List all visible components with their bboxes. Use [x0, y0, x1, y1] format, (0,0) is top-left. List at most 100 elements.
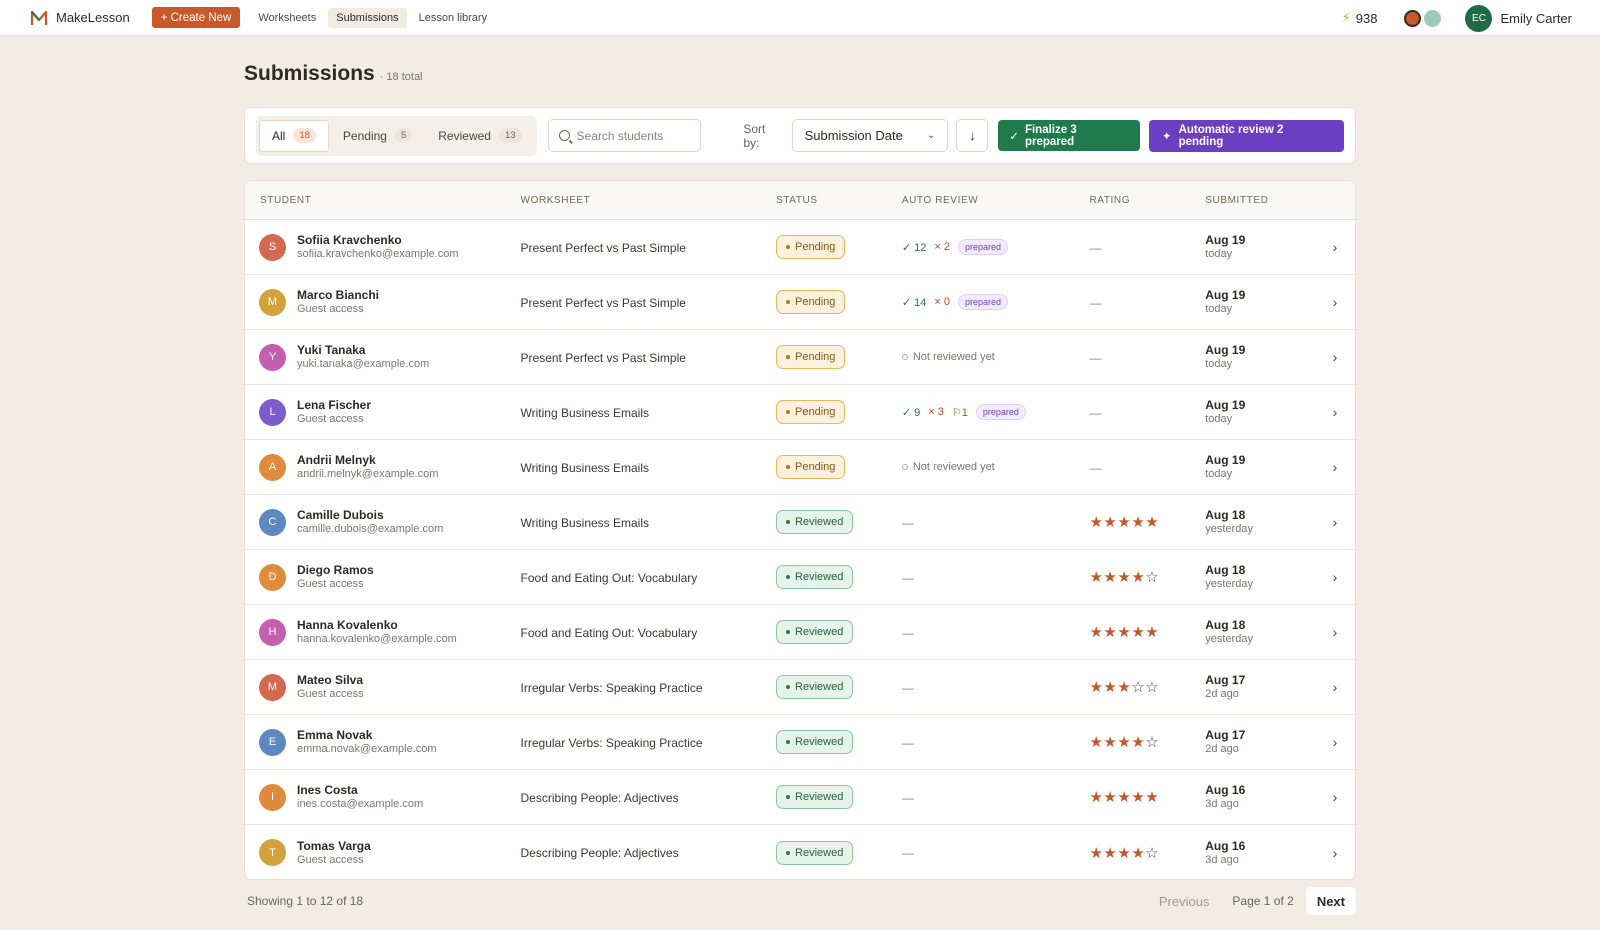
status-badge: Pending — [776, 400, 846, 424]
col-header-status[interactable]: STATUS — [776, 195, 902, 206]
sort-select[interactable]: Submission Date ⌄ — [791, 119, 949, 152]
status-cell: Reviewed — [776, 840, 902, 865]
chevron-right-icon[interactable]: › — [1315, 514, 1355, 530]
worksheet-name: Describing People: Adjectives — [520, 846, 679, 860]
table-row[interactable]: M Mateo Silva Guest access Irregular Verbs:… — [245, 660, 1355, 715]
theme-switcher[interactable] — [1404, 9, 1442, 27]
worksheet-name: Writing Business Emails — [520, 460, 649, 475]
tab-label: All — [272, 128, 286, 143]
auto-review-cell: — — [902, 625, 1090, 640]
page-indicator: Page 1 of 2 — [1232, 894, 1294, 908]
worksheet-name: Writing Business Emails — [520, 515, 649, 530]
col-header-worksheet[interactable]: WORKSHEET — [521, 195, 777, 206]
tab-pending[interactable]: Pending 5 — [331, 120, 424, 152]
status-cell: Pending — [776, 455, 902, 479]
table-row[interactable]: C Camille Dubois camille.dubois@example.co… — [245, 495, 1355, 550]
nav-worksheets[interactable]: Worksheets — [250, 8, 324, 28]
create-new-button[interactable]: + Create New — [151, 7, 241, 28]
status-badge: Pending — [776, 235, 846, 259]
student-cell: D Diego Ramos Guest access — [245, 563, 521, 591]
nav-submissions[interactable]: Submissions — [328, 7, 407, 28]
automatic-review-label: Automatic review 2 pending — [1178, 123, 1284, 148]
star-rating: ★★★★★ — [1089, 514, 1159, 531]
col-header-student[interactable]: STUDENT — [245, 195, 521, 206]
table-row[interactable]: A Andrii Melnyk andrii.melnyk@example.com W… — [245, 440, 1355, 495]
theme-swatch-orange[interactable] — [1404, 9, 1422, 27]
chevron-right-icon[interactable]: › — [1315, 239, 1355, 255]
search-input[interactable] — [576, 128, 687, 143]
search-box[interactable] — [547, 119, 702, 152]
nav-lesson-library[interactable]: Lesson library — [411, 8, 495, 28]
auto-review-cell: ✓ 9 × 3 ⚐1 prepared — [902, 404, 1090, 420]
submitted-cell: Aug 17 2d ago — [1205, 728, 1315, 756]
col-header-rating[interactable]: RATING — [1089, 195, 1205, 206]
brand-name: MakeLesson — [56, 10, 130, 25]
status-cell: Reviewed — [776, 620, 902, 644]
student-email: camille.dubois@example.com — [297, 523, 444, 535]
chevron-right-icon[interactable]: › — [1315, 459, 1355, 475]
auto-review-cell: — — [902, 680, 1090, 695]
submitted-relative: yesterday — [1205, 523, 1253, 535]
table-row[interactable]: T Tomas Varga Guest access Describing Peopl… — [245, 825, 1355, 879]
check-icon: ✓ — [901, 406, 915, 419]
worksheet-cell: Present Perfect vs Past Simple — [521, 350, 777, 365]
submitted-relative: today — [1205, 413, 1233, 425]
sort-direction-button[interactable]: ↓ — [956, 119, 989, 152]
submitted-relative: yesterday — [1205, 578, 1253, 590]
submitted-date: Aug 19 — [1205, 288, 1246, 302]
chevron-right-icon[interactable]: › — [1315, 734, 1355, 750]
student-name: Andrii Melnyk — [297, 453, 376, 467]
status-badge: Reviewed — [776, 785, 854, 809]
flag-icon: ⚐ — [951, 406, 962, 419]
table-row[interactable]: D Diego Ramos Guest access Food and Eating … — [245, 550, 1355, 605]
chevron-right-icon[interactable]: › — [1315, 679, 1355, 695]
status-label: Pending — [795, 461, 836, 473]
star-filled-icon: ★ — [1131, 569, 1146, 586]
submitted-relative: today — [1205, 248, 1233, 260]
chevron-right-icon[interactable]: › — [1315, 845, 1355, 861]
logo[interactable]: MakeLesson — [30, 9, 130, 27]
submitted-cell: Aug 19 today — [1205, 398, 1315, 426]
finalize-prepared-button[interactable]: ✓ Finalize 3 prepared — [998, 120, 1140, 151]
student-info: Hanna Kovalenko hanna.kovalenko@example.c… — [297, 618, 457, 646]
chevron-right-icon[interactable]: › — [1315, 349, 1355, 365]
submitted-date: Aug 16 — [1205, 783, 1246, 797]
empty-circle-icon — [901, 464, 908, 470]
worksheet-cell: Irregular Verbs: Speaking Practice — [521, 680, 777, 695]
next-page-button[interactable]: Next — [1305, 887, 1356, 915]
table-row[interactable]: I Ines Costa ines.costa@example.com Describ… — [245, 770, 1355, 825]
chevron-right-icon[interactable]: › — [1315, 789, 1355, 805]
chevron-right-icon[interactable]: › — [1315, 404, 1355, 420]
table-row[interactable]: L Lena Fischer Guest access Writing Busines… — [245, 385, 1355, 440]
rating-cell: — — [1089, 350, 1205, 365]
automatic-review-button[interactable]: ✦ Automatic review 2 pending — [1148, 119, 1344, 152]
star-filled-icon: ★ — [1117, 624, 1132, 641]
incorrect-value: 0 — [943, 296, 950, 308]
tab-all[interactable]: All 18 — [259, 119, 329, 152]
chevron-right-icon[interactable]: › — [1315, 569, 1355, 585]
empty-dash: — — [901, 515, 914, 530]
star-filled-icon: ★ — [1131, 514, 1146, 531]
tab-reviewed[interactable]: Reviewed 13 — [426, 120, 533, 152]
col-header-auto-review[interactable]: AUTO REVIEW — [902, 195, 1090, 206]
status-cell: Reviewed — [776, 675, 902, 699]
theme-swatch-teal[interactable] — [1424, 9, 1442, 27]
star-filled-icon: ★ — [1117, 789, 1132, 806]
status-dot-icon — [786, 355, 791, 359]
submitted-cell: Aug 19 today — [1205, 343, 1315, 371]
chevron-right-icon[interactable]: › — [1315, 294, 1355, 310]
col-header-submitted[interactable]: SUBMITTED — [1205, 195, 1315, 206]
user-name[interactable]: Emily Carter — [1500, 11, 1572, 26]
rating-cell: — — [1089, 405, 1205, 420]
table-row[interactable]: Y Yuki Tanaka yuki.tanaka@example.com Prese… — [245, 330, 1355, 385]
chevron-right-icon[interactable]: › — [1315, 624, 1355, 640]
table-row[interactable]: H Hanna Kovalenko hanna.kovalenko@example.… — [245, 605, 1355, 660]
table-row[interactable]: E Emma Novak emma.novak@example.com Irregul… — [245, 715, 1355, 770]
table-row[interactable]: M Marco Bianchi Guest access Present Perfec… — [245, 275, 1355, 330]
table-row[interactable]: S Sofiia Kravchenko sofiia.kravchenko@exam… — [245, 220, 1355, 275]
credits-counter[interactable]: ⚡ 938 — [1342, 10, 1378, 26]
status-cell: Reviewed — [776, 785, 902, 809]
user-avatar[interactable]: EC — [1465, 4, 1493, 32]
previous-page-button[interactable]: Previous — [1147, 887, 1221, 915]
student-cell: L Lena Fischer Guest access — [245, 398, 521, 426]
